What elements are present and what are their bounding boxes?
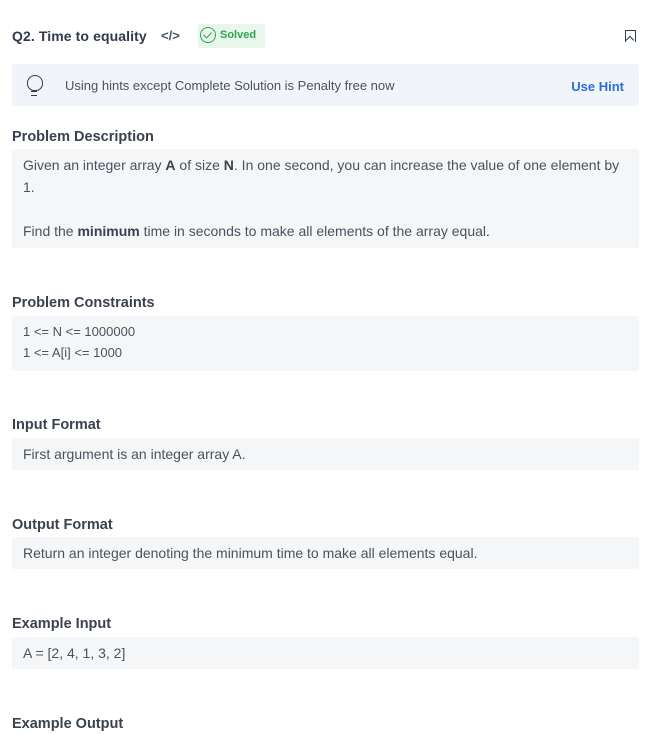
use-hint-button[interactable]: Use Hint: [571, 79, 624, 94]
output-format-heading: Output Format: [12, 517, 113, 533]
example-input-text: A = [2, 4, 1, 3, 2]: [23, 645, 126, 661]
problem-constraints-heading: Problem Constraints: [12, 295, 155, 311]
constraint-line: 1 <= N <= 1000000: [23, 324, 136, 339]
example-input-block: A = [2, 4, 1, 3, 2]: [12, 637, 639, 669]
problem-header: Q2. Time to equality </> Solved: [12, 24, 644, 50]
problem-constraints-block: 1 <= N <= 1000000 1 <= A[i] <= 1000: [12, 316, 639, 371]
bookmark-icon[interactable]: [625, 30, 636, 42]
input-format-block: First argument is an integer array A.: [12, 438, 639, 470]
input-format-text: First argument is an integer array A.: [23, 446, 246, 462]
constraint-line: 1 <= A[i] <= 1000: [23, 345, 123, 360]
status-badge: Solved: [198, 24, 265, 48]
output-format-block: Return an integer denoting the minimum t…: [12, 537, 639, 569]
status-badge-label: Solved: [220, 29, 257, 41]
lightbulb-icon: [27, 75, 43, 96]
problem-description-block: Given an integer array A of size N. In o…: [12, 149, 639, 248]
problem-title: Q2. Time to equality: [12, 28, 147, 44]
check-circle-icon: [200, 27, 216, 43]
example-output-heading: Example Output: [12, 716, 124, 732]
hint-bar: Using hints except Complete Solution is …: [12, 64, 639, 106]
hint-text: Using hints except Complete Solution is …: [65, 78, 395, 93]
input-format-heading: Input Format: [12, 417, 101, 433]
output-format-text: Return an integer denoting the minimum t…: [23, 545, 478, 561]
problem-description-heading: Problem Description: [12, 129, 154, 145]
description-paragraph-2: Find the minimum time in seconds to make…: [23, 223, 490, 239]
code-icon[interactable]: </>: [161, 28, 180, 43]
description-paragraph-1: Given an integer array A of size N. In o…: [23, 157, 620, 195]
example-input-heading: Example Input: [12, 616, 112, 632]
